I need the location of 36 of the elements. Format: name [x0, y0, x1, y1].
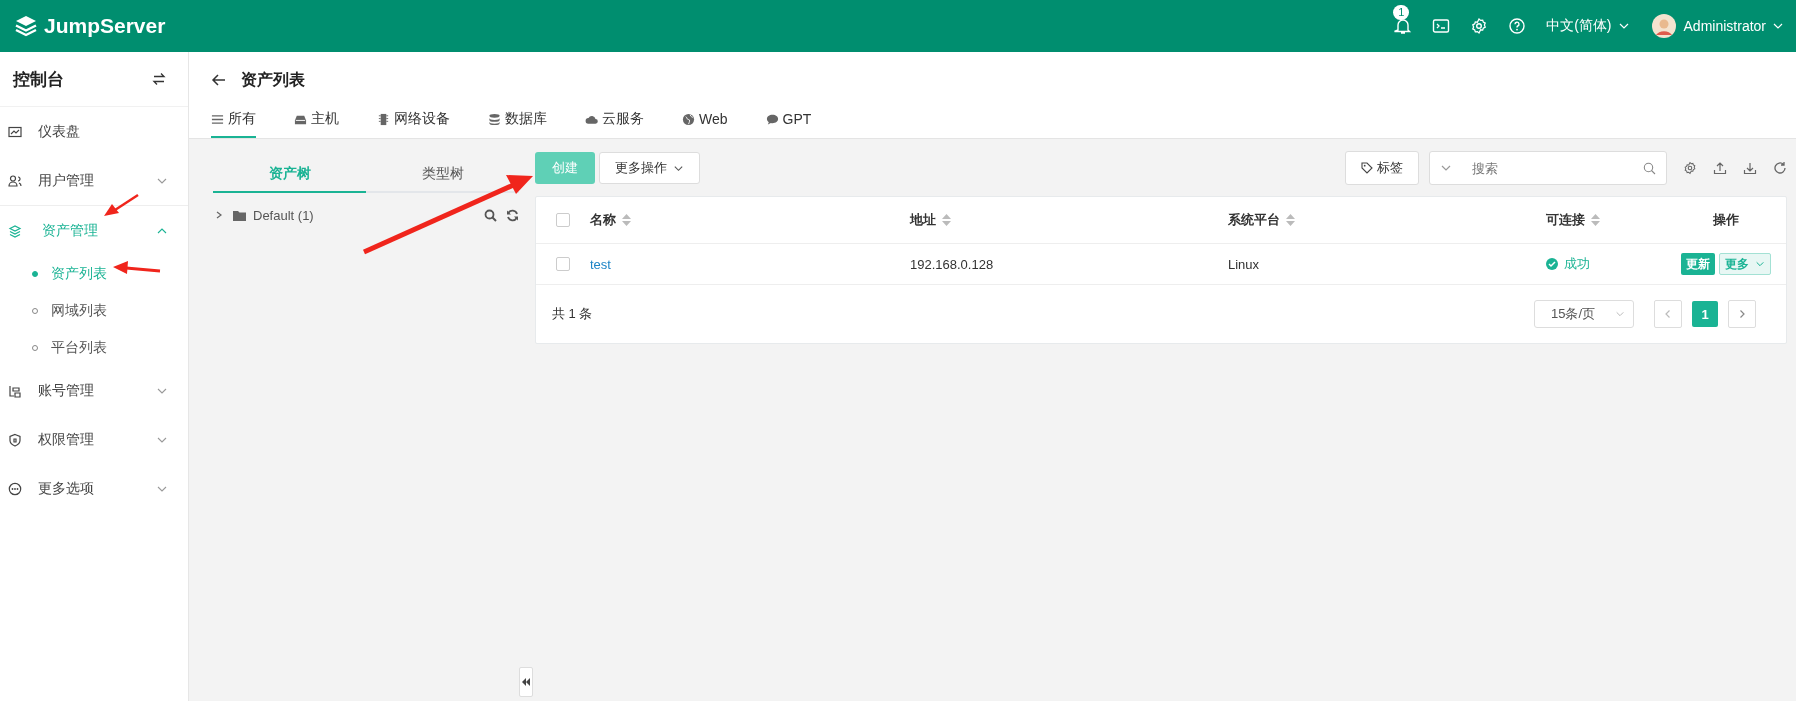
tags-button[interactable]: 标签	[1345, 151, 1419, 185]
table-cell: 192.168.0.128	[910, 256, 994, 272]
category-tab[interactable]: 所有	[211, 104, 256, 138]
more-actions-dropdown[interactable]: 更多操作	[599, 152, 700, 184]
column-header: 地址	[910, 211, 936, 229]
search-field[interactable]: 搜索	[1429, 151, 1667, 185]
sidebar-submenu-item[interactable]: 网域列表	[0, 292, 188, 329]
table-cell: Linux	[1228, 256, 1260, 272]
notification-badge: 1	[1393, 5, 1410, 20]
sidebar-title: 控制台	[13, 68, 64, 91]
tree-node[interactable]: Default (1)	[253, 207, 314, 223]
category-tab[interactable]: 数据库	[488, 104, 547, 138]
category-tab[interactable]: Web	[682, 104, 728, 138]
user-menu[interactable]: Administrator	[1683, 18, 1766, 34]
total-count: 共 1 条	[552, 305, 593, 323]
column-header: 系统平台	[1228, 211, 1280, 229]
sidebar-menu-item[interactable]: 权限管理	[0, 415, 188, 464]
asset-name-link[interactable]: test	[590, 256, 611, 272]
status-text: 成功	[1564, 255, 1590, 273]
sidebar-submenu-item[interactable]: 平台列表	[0, 329, 188, 366]
sidebar-menu-item[interactable]: 更多选项	[0, 464, 188, 513]
category-tab[interactable]: GPT	[765, 104, 812, 138]
page-title: 资产列表	[241, 69, 305, 90]
sidebar-menu-item[interactable]: 账号管理	[0, 366, 188, 415]
column-header: 可连接	[1546, 211, 1585, 229]
sidebar-menu-item[interactable]: 仪表盘	[0, 107, 188, 156]
column-header: 名称	[590, 211, 616, 229]
category-tab[interactable]: 主机	[294, 104, 339, 138]
logo-text: JumpServer	[44, 14, 166, 38]
language-dropdown[interactable]: 中文(简体)	[1546, 17, 1612, 35]
page-size-dropdown[interactable]: 15条/页	[1534, 300, 1634, 328]
category-tab[interactable]: 网络设备	[377, 104, 450, 138]
column-header: 操作	[1713, 211, 1739, 229]
category-tab[interactable]: 云服务	[585, 104, 644, 138]
sidebar-menu-item[interactable]: 用户管理	[0, 156, 188, 205]
tree-tab[interactable]: 类型树	[421, 165, 464, 183]
